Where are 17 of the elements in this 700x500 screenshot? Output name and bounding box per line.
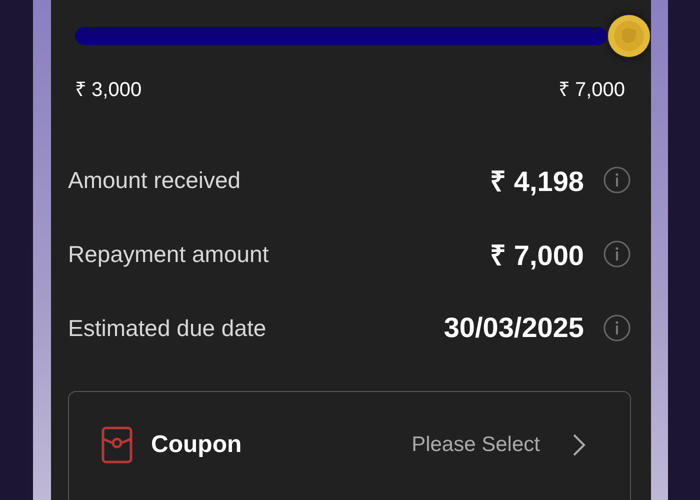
slider-thumb[interactable] bbox=[607, 14, 651, 58]
coupon-icon bbox=[101, 426, 133, 464]
coupon-label: Coupon bbox=[151, 431, 243, 459]
detail-value: ₹ 7,000 bbox=[490, 239, 584, 273]
info-icon[interactable] bbox=[603, 166, 631, 194]
max-amount: ₹ 7,000 bbox=[558, 78, 625, 102]
detail-label: Estimated due date bbox=[68, 314, 268, 342]
coupon-value: Please Select bbox=[412, 433, 540, 457]
detail-label: Amount received bbox=[68, 166, 242, 194]
min-amount: ₹ 3,000 bbox=[75, 78, 142, 102]
chevron-icon bbox=[572, 433, 586, 457]
detail-value: 30/03/2025 bbox=[444, 312, 584, 344]
info-icon[interactable] bbox=[603, 314, 631, 342]
info-icon[interactable] bbox=[603, 240, 631, 268]
detail-label: Repayment amount bbox=[68, 240, 270, 268]
coupon-selector[interactable]: Coupon Please Select bbox=[68, 391, 631, 500]
detail-value: ₹ 4,198 bbox=[490, 165, 584, 199]
